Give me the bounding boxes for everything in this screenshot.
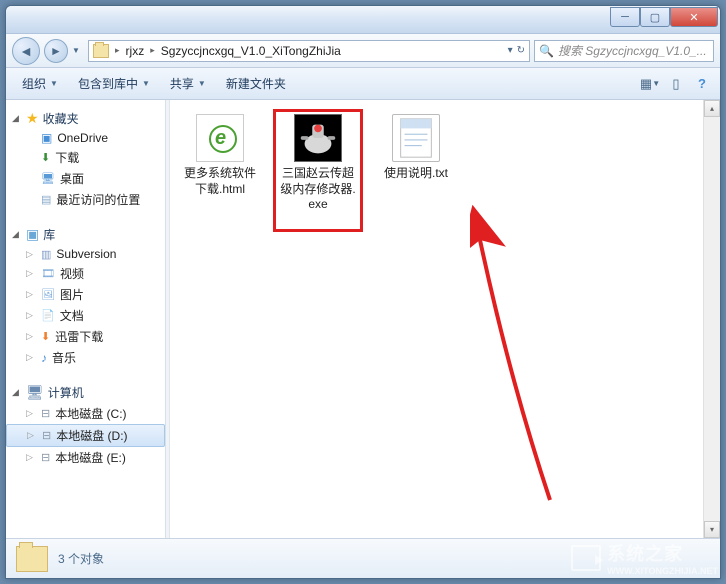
collapse-icon: ◢: [12, 387, 22, 398]
explorer-window: ─ ▢ ✕ ◄ ► ▼ ▸ rjxz ▸ Sgzyccjncxgq_V1.0_X…: [5, 5, 721, 579]
star-icon: ★: [26, 110, 39, 127]
sidebar-item-desktop[interactable]: 🖥 桌面: [6, 168, 165, 189]
sidebar-item-videos[interactable]: ▷🎞 视频: [6, 263, 165, 284]
file-item-txt[interactable]: 使用说明.txt: [376, 114, 456, 182]
close-button[interactable]: ✕: [670, 7, 718, 27]
navigation-sidebar: ◢ ★ 收藏夹 ▣ OneDrive ⬇ 下载 🖥 桌面 ▤: [6, 100, 166, 538]
window-controls: ─ ▢ ✕: [610, 7, 718, 27]
exe-file-icon: [294, 114, 342, 162]
view-options-button[interactable]: ▦ ▼: [640, 74, 660, 94]
folder-icon: [93, 44, 109, 58]
sidebar-favorites[interactable]: ◢ ★ 收藏夹: [6, 108, 165, 129]
disk-icon: ⊟: [41, 451, 50, 464]
history-dropdown[interactable]: ▼: [72, 46, 84, 55]
disk-icon: ⊟: [42, 429, 51, 442]
cloud-icon: ▣: [41, 131, 52, 145]
file-label: 更多系统软件下载.html: [180, 166, 260, 197]
file-label: 使用说明.txt: [376, 166, 456, 182]
sidebar-item-disk-d[interactable]: ▷⊟ 本地磁盘 (D:): [6, 424, 165, 447]
annotation-arrow: [470, 180, 590, 520]
desktop-icon: 🖥: [41, 172, 55, 185]
sidebar-item-documents[interactable]: ▷📄 文档: [6, 305, 165, 326]
expand-icon: ▷: [26, 331, 36, 342]
search-placeholder: 搜索 Sgzyccjncxgq_V1.0_...: [558, 42, 707, 59]
svn-icon: ▥: [41, 248, 51, 261]
sidebar-item-disk-c[interactable]: ▷⊟ 本地磁盘 (C:): [6, 403, 165, 424]
txt-file-icon: [392, 114, 440, 162]
breadcrumb-rjxz[interactable]: rjxz: [126, 44, 145, 58]
refresh-icon[interactable]: ↻: [517, 45, 525, 56]
collapse-icon: ◢: [12, 229, 22, 240]
sidebar-item-recent[interactable]: ▤ 最近访问的位置: [6, 189, 165, 210]
chevron-down-icon: ▼: [50, 79, 58, 88]
navigation-bar: ◄ ► ▼ ▸ rjxz ▸ Sgzyccjncxgq_V1.0_XiTongZ…: [6, 34, 720, 68]
status-count: 3 个对象: [58, 550, 104, 567]
preview-pane-button[interactable]: ▯: [666, 74, 686, 94]
breadcrumb-separator-icon: ▸: [115, 45, 120, 56]
content-scrollbar[interactable]: ▴ ▾: [703, 100, 720, 538]
expand-icon: ▷: [26, 452, 36, 463]
video-icon: 🎞: [41, 267, 55, 280]
expand-icon: ▷: [26, 268, 36, 279]
scroll-down-button[interactable]: ▾: [704, 521, 720, 538]
folder-icon: [16, 546, 48, 572]
file-list-pane[interactable]: 更多系统软件下载.html 三国赵云传超级内存修改器.exe: [170, 100, 703, 538]
titlebar[interactable]: ─ ▢ ✕: [6, 6, 720, 34]
expand-icon: ▷: [26, 289, 36, 300]
search-icon: 🔍: [539, 44, 554, 58]
thunder-icon: ⬇: [41, 330, 50, 343]
minimize-button[interactable]: ─: [610, 7, 640, 27]
file-item-exe[interactable]: 三国赵云传超级内存修改器.exe: [278, 114, 358, 227]
expand-icon: ▷: [26, 352, 36, 363]
sidebar-item-thunder[interactable]: ▷⬇ 迅雷下载: [6, 326, 165, 347]
collapse-icon: ◢: [12, 113, 22, 124]
body: ◢ ★ 收藏夹 ▣ OneDrive ⬇ 下载 🖥 桌面 ▤: [6, 100, 720, 538]
include-in-library-menu[interactable]: 包含到库中▼: [70, 71, 158, 96]
maximize-button[interactable]: ▢: [640, 7, 670, 27]
computer-icon: 🖥: [26, 384, 44, 401]
back-button[interactable]: ◄: [12, 37, 40, 65]
download-icon: ⬇: [41, 151, 50, 164]
help-button[interactable]: ?: [692, 74, 712, 94]
sidebar-item-disk-e[interactable]: ▷⊟ 本地磁盘 (E:): [6, 447, 165, 468]
html-file-icon: [196, 114, 244, 162]
picture-icon: 🖼: [41, 288, 55, 301]
recent-icon: ▤: [41, 193, 51, 206]
sidebar-item-pictures[interactable]: ▷🖼 图片: [6, 284, 165, 305]
sidebar-computer[interactable]: ◢ 🖥 计算机: [6, 382, 165, 403]
expand-icon: ▷: [26, 249, 36, 260]
organize-menu[interactable]: 组织▼: [14, 71, 66, 96]
toolbar: 组织▼ 包含到库中▼ 共享▼ 新建文件夹 ▦ ▼ ▯ ?: [6, 68, 720, 100]
music-icon: ♪: [41, 351, 47, 365]
sidebar-item-onedrive[interactable]: ▣ OneDrive: [6, 129, 165, 147]
sidebar-item-music[interactable]: ▷♪ 音乐: [6, 347, 165, 368]
chevron-down-icon: ▼: [142, 79, 150, 88]
address-bar[interactable]: ▸ rjxz ▸ Sgzyccjncxgq_V1.0_XiTongZhiJia …: [88, 40, 530, 62]
disk-icon: ⊟: [41, 407, 50, 420]
new-folder-button[interactable]: 新建文件夹: [218, 71, 294, 96]
expand-icon: ▷: [27, 430, 37, 441]
expand-icon: ▷: [26, 408, 36, 419]
forward-button[interactable]: ►: [44, 39, 68, 63]
sidebar-libraries[interactable]: ◢ ▣ 库: [6, 224, 165, 245]
file-label: 三国赵云传超级内存修改器.exe: [278, 166, 358, 213]
scroll-up-button[interactable]: ▴: [704, 100, 720, 117]
expand-icon: ▷: [26, 310, 36, 321]
status-bar: 3 个对象: [6, 538, 720, 578]
document-icon: 📄: [41, 309, 55, 322]
sidebar-item-downloads[interactable]: ⬇ 下载: [6, 147, 165, 168]
chevron-down-icon: ▼: [198, 79, 206, 88]
library-icon: ▣: [26, 226, 39, 243]
breadcrumb-current[interactable]: Sgzyccjncxgq_V1.0_XiTongZhiJia: [161, 44, 341, 58]
file-item-html[interactable]: 更多系统软件下载.html: [180, 114, 260, 197]
breadcrumb-separator-icon: ▸: [150, 45, 155, 56]
address-dropdown-icon[interactable]: ▾: [508, 45, 513, 56]
share-menu[interactable]: 共享▼: [162, 71, 214, 96]
search-input[interactable]: 🔍 搜索 Sgzyccjncxgq_V1.0_...: [534, 40, 714, 62]
sidebar-item-subversion[interactable]: ▷▥ Subversion: [6, 245, 165, 263]
